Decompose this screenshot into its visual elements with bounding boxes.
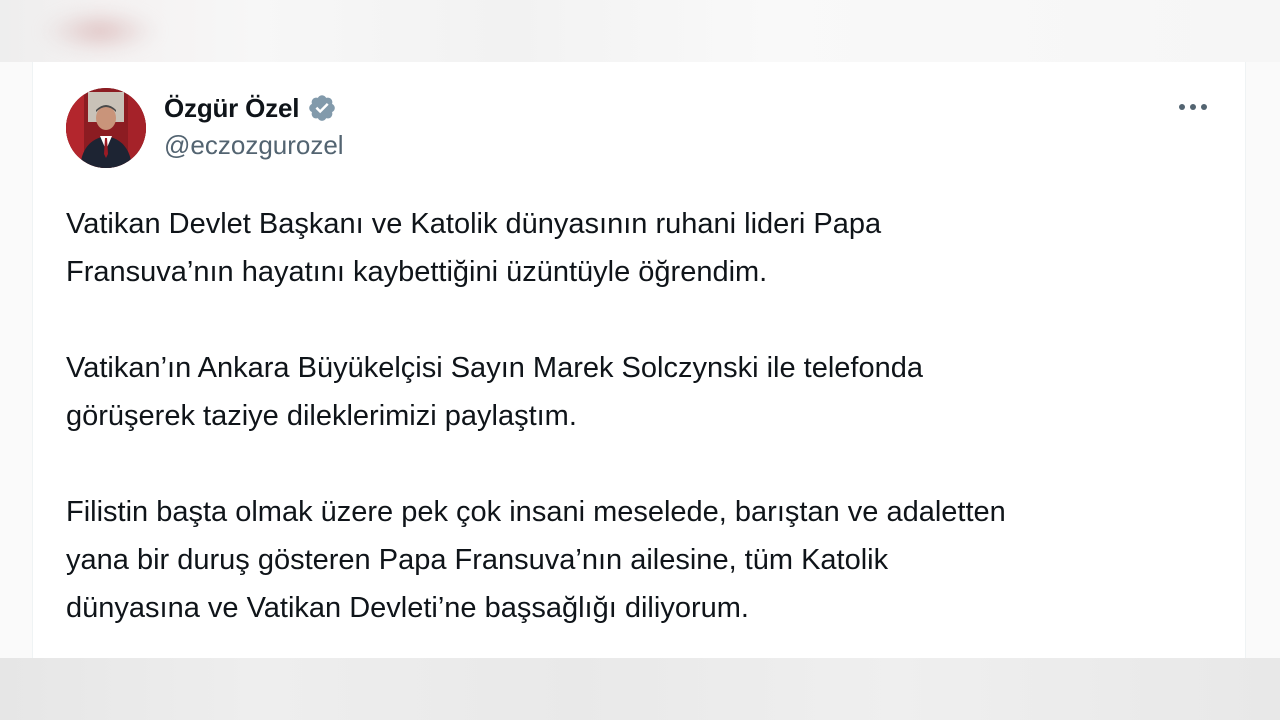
author-handle[interactable]: @eczozgurozel (164, 130, 344, 161)
tweet-paragraph: Filistin başta olmak üzere pek çok insan… (66, 496, 1006, 624)
blurred-backdrop-top (0, 0, 1280, 62)
blurred-backdrop-bottom (0, 658, 1280, 720)
backdrop-left (0, 62, 32, 658)
profile-photo-icon (66, 88, 146, 168)
backdrop-right (1246, 62, 1280, 658)
avatar[interactable] (66, 88, 146, 168)
screenshot-stage: Özgür Özel @eczozgurozel Vatikan Devlet … (0, 0, 1280, 720)
more-options-button[interactable] (1173, 92, 1213, 122)
tweet-paragraph: Vatikan’ın Ankara Büyükelçisi Sayın Mare… (66, 352, 924, 432)
blurred-backdrop-blot (40, 6, 160, 56)
author-display-name[interactable]: Özgür Özel (164, 93, 299, 124)
tweet-paragraph: Vatikan Devlet Başkanı ve Katolik dünyas… (66, 208, 882, 288)
verified-badge-icon (307, 93, 337, 123)
tweet-card: Özgür Özel @eczozgurozel Vatikan Devlet … (32, 62, 1246, 658)
more-horizontal-icon (1179, 104, 1207, 110)
tweet-text: Vatikan Devlet Başkanı ve Katolik dünyas… (66, 200, 1226, 632)
author-name-row: Özgür Özel (164, 90, 337, 126)
